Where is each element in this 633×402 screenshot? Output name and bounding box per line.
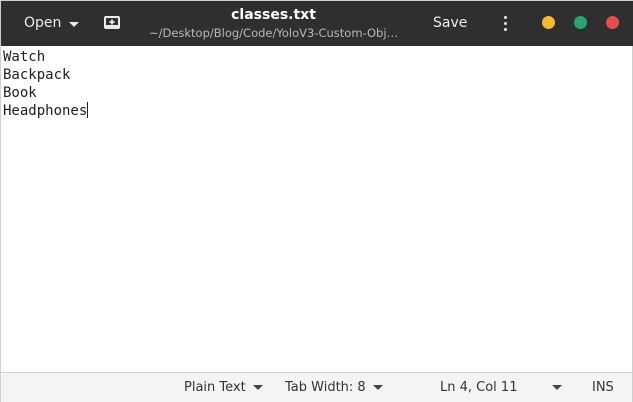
open-button-label: Open — [24, 15, 62, 31]
insert-mode-indicator: INS — [592, 380, 614, 395]
text-line: Backpack — [3, 67, 71, 83]
vertical-ellipsis-icon — [503, 21, 507, 25]
tab-width-selector[interactable]: Tab Width: 8 — [285, 373, 383, 402]
text-cursor — [87, 102, 89, 118]
text-editor-window: Open classes.txt ~/Desktop/Blog/Code/Yol… — [0, 0, 633, 402]
document-path: ~/Desktop/Blog/Code/YoloV3-Custom-Obj… — [148, 26, 399, 40]
new-tab-button[interactable] — [98, 10, 126, 36]
syntax-language-selector[interactable]: Plain Text — [184, 373, 263, 402]
status-bar: Plain Text Tab Width: 8 Ln 4, Col 11 INS — [1, 372, 632, 402]
chevron-down-icon — [69, 21, 80, 27]
document-title: classes.txt — [231, 7, 316, 23]
window-title-block: classes.txt ~/Desktop/Blog/Code/YoloV3-C… — [141, 6, 406, 41]
cursor-position-button[interactable]: Ln 4, Col 11 — [440, 373, 517, 402]
text-editor-area[interactable]: Watch Backpack Book Headphones — [1, 46, 632, 372]
open-button[interactable]: Open — [13, 8, 90, 38]
text-line: Headphones — [3, 103, 88, 119]
tab-width-label: Tab Width: 8 — [285, 380, 366, 395]
cursor-position-label: Ln 4, Col 11 — [440, 380, 518, 395]
chevron-down-icon — [252, 385, 263, 390]
maximize-button[interactable] — [574, 16, 587, 29]
text-line-with-cursor: Headphones — [1, 102, 632, 120]
vertical-ellipsis-icon — [503, 15, 507, 19]
vertical-ellipsis-icon — [503, 27, 507, 31]
menu-button[interactable] — [492, 10, 518, 36]
save-button[interactable]: Save — [421, 8, 479, 38]
header-bar: Open classes.txt ~/Desktop/Blog/Code/Yol… — [1, 1, 633, 46]
chevron-down-icon — [372, 385, 383, 390]
text-line: Book — [3, 85, 37, 101]
cursor-position-dropdown[interactable] — [552, 373, 562, 402]
text-line: Watch — [3, 49, 46, 65]
new-document-icon — [104, 16, 120, 29]
close-button[interactable] — [606, 16, 619, 29]
syntax-language-label: Plain Text — [184, 380, 246, 395]
minimize-button[interactable] — [542, 16, 555, 29]
chevron-down-icon — [552, 385, 562, 390]
